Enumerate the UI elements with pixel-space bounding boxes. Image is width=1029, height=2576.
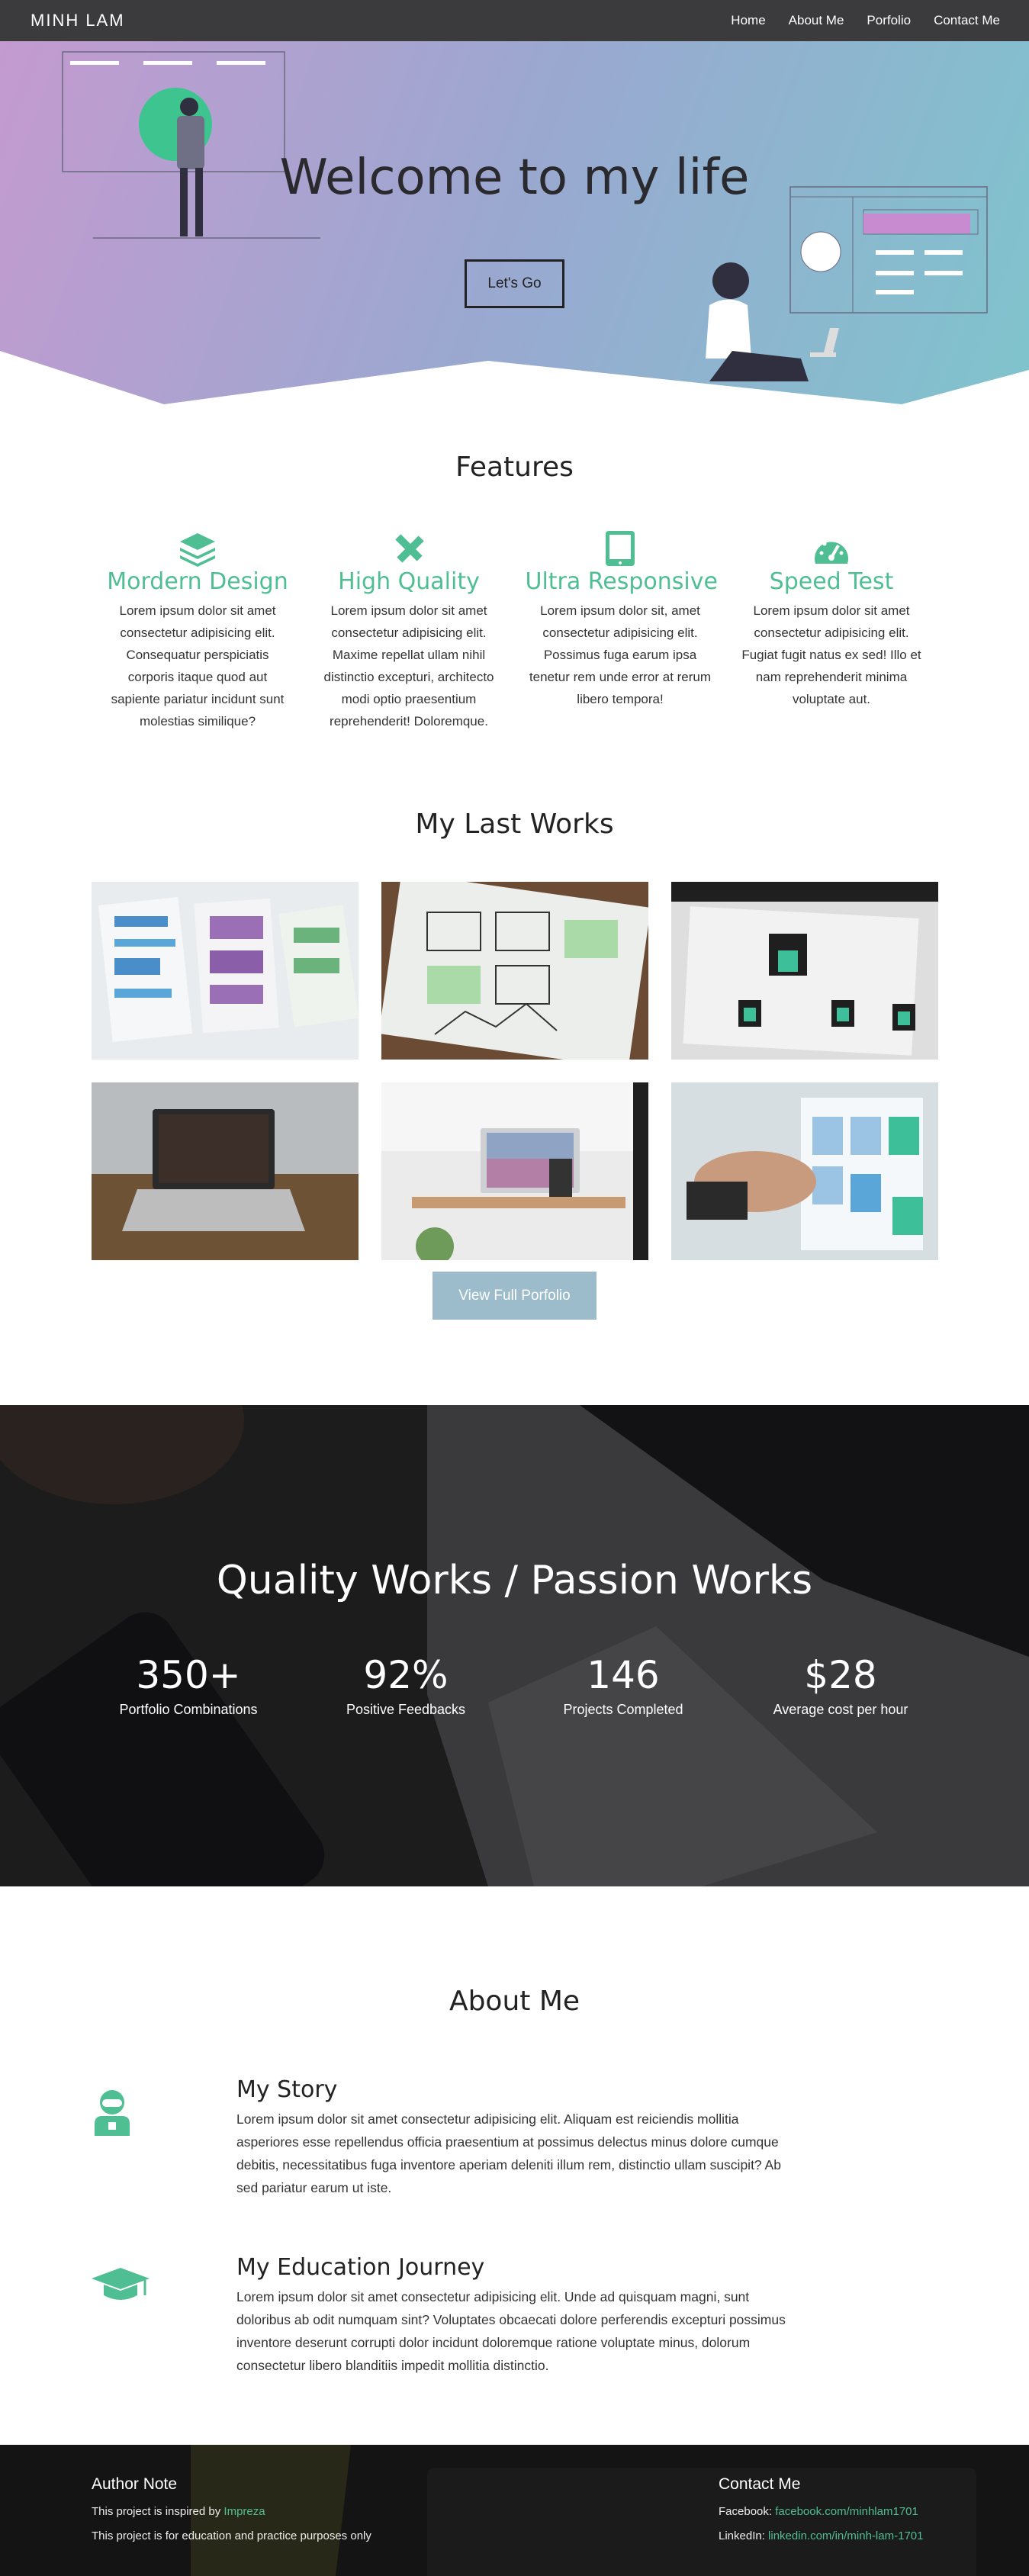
portfolio-image-laptop-desk[interactable]	[91, 1082, 359, 1260]
footer-author-title: Author Note	[92, 2475, 178, 2493]
about-education-title: My Education Journey	[236, 2254, 485, 2281]
nav-links: Home About Me Porfolio Contact Me	[731, 13, 1000, 28]
laptop-background-image	[0, 1405, 1029, 1886]
feature-card: Ultra Responsive Lorem ipsum dolor sit, …	[515, 529, 726, 732]
about-story-title: My Story	[236, 2076, 338, 2103]
layers-icon	[103, 529, 293, 567]
about-title: About Me	[449, 1986, 580, 2017]
linkedin-label: LinkedIn:	[719, 2529, 769, 2542]
stat-label: Projects Completed	[563, 1702, 683, 1717]
stat-item: 350+ Portfolio Combinations	[80, 1653, 297, 1718]
feature-text: Lorem ipsum dolor sit amet consectetur a…	[323, 603, 494, 728]
feature-card: Mordern Design Lorem ipsum dolor sit ame…	[92, 529, 304, 732]
user-icon	[92, 2076, 236, 2199]
pencil-ruler-icon	[314, 529, 504, 567]
portfolio-image-website[interactable]	[670, 882, 938, 1060]
portfolio-image-workspace[interactable]	[381, 1082, 648, 1260]
about-section: About Me My Story Lorem ipsum dolor sit …	[0, 1886, 1029, 2445]
about-education-text: Lorem ipsum dolor sit amet consectetur a…	[236, 2289, 786, 2373]
portfolio-image-sketchbook[interactable]	[381, 882, 648, 1060]
tablet-icon	[526, 529, 715, 567]
facebook-link[interactable]: facebook.com/minhlam1701	[775, 2505, 918, 2518]
lets-go-button[interactable]: Let's Go	[465, 259, 564, 308]
feature-title: High Quality	[338, 568, 480, 595]
top-navbar: MINH LAM Home About Me Porfolio Contact …	[0, 0, 1029, 41]
stat-value: 350+	[136, 1653, 241, 1697]
stats-list: 350+ Portfolio Combinations 92% Positive…	[0, 1653, 1029, 1718]
features-title: Features	[455, 452, 574, 483]
portfolio-grid	[0, 882, 1029, 1260]
inspired-text: This project is inspired by	[92, 2505, 224, 2518]
footer-linkedin-line: LinkedIn: linkedin.com/in/minh-lam-1701	[719, 2524, 923, 2549]
graduation-cap-icon	[92, 2254, 236, 2377]
stats-title: Quality Works / Passion Works	[216, 1558, 813, 1603]
hero-title: Welcome to my life	[279, 150, 750, 206]
footer-contact: Contact Me Facebook: facebook.com/minhla…	[719, 2475, 923, 2549]
works-title: My Last Works	[415, 809, 614, 840]
portfolio-image-wireframes[interactable]	[91, 882, 359, 1060]
feature-text: Lorem ipsum dolor sit, amet consectetur …	[529, 603, 712, 706]
feature-title: Mordern Design	[107, 568, 288, 595]
feature-card: Speed Test Lorem ipsum dolor sit amet co…	[726, 529, 937, 732]
stat-label: Average cost per hour	[773, 1702, 908, 1717]
stats-section: Quality Works / Passion Works 350+ Portf…	[0, 1405, 1029, 1886]
linkedin-link[interactable]: linkedin.com/in/minh-lam-1701	[768, 2529, 923, 2542]
stat-value: 92%	[363, 1653, 449, 1697]
stat-label: Positive Feedbacks	[346, 1702, 466, 1717]
nav-link-home[interactable]: Home	[731, 13, 765, 28]
portfolio-image-sticky-notes[interactable]	[670, 1082, 938, 1260]
stat-value: $28	[804, 1653, 877, 1697]
stat-item: $28 Average cost per hour	[732, 1653, 950, 1718]
feature-title: Ultra Responsive	[525, 568, 718, 595]
footer-contact-title: Contact Me	[719, 2475, 801, 2493]
footer: Author Note This project is inspired by …	[0, 2445, 1029, 2576]
works-section: My Last Works View Full Porfolio	[0, 770, 1029, 1405]
about-story: My Story Lorem ipsum dolor sit amet cons…	[0, 2076, 1029, 2199]
stat-value: 146	[587, 1653, 660, 1697]
about-story-text: Lorem ipsum dolor sit amet consectetur a…	[236, 2111, 781, 2195]
nav-link-portfolio[interactable]: Porfolio	[867, 13, 911, 28]
nav-link-contact[interactable]: Contact Me	[934, 13, 1000, 28]
feature-title: Speed Test	[769, 568, 894, 595]
stat-item: 92% Positive Feedbacks	[297, 1653, 515, 1718]
footer-purpose-line: This project is for education and practi…	[92, 2529, 371, 2542]
nav-link-about[interactable]: About Me	[789, 13, 844, 28]
stat-label: Portfolio Combinations	[119, 1702, 258, 1717]
feature-list: Mordern Design Lorem ipsum dolor sit ame…	[0, 529, 1029, 732]
footer-facebook-line: Facebook: facebook.com/minhlam1701	[719, 2500, 923, 2524]
view-full-portfolio-button[interactable]: View Full Porfolio	[433, 1272, 596, 1320]
feature-text: Lorem ipsum dolor sit amet consectetur a…	[111, 603, 285, 728]
impreza-link[interactable]: Impreza	[223, 2505, 265, 2518]
brand-logo[interactable]: MINH LAM	[31, 11, 125, 31]
stat-item: 146 Projects Completed	[515, 1653, 732, 1718]
facebook-label: Facebook:	[719, 2505, 776, 2518]
about-education: My Education Journey Lorem ipsum dolor s…	[0, 2254, 1029, 2377]
footer-author-note: Author Note This project is inspired by …	[92, 2475, 371, 2549]
speedometer-icon	[737, 529, 927, 567]
footer-inspired-line: This project is inspired by Impreza	[92, 2500, 371, 2524]
hero-section: Welcome to my life Let's Go	[0, 0, 1029, 404]
features-section: Features Mordern Design Lorem ipsum dolo…	[0, 404, 1029, 770]
feature-card: High Quality Lorem ipsum dolor sit amet …	[304, 529, 515, 732]
feature-text: Lorem ipsum dolor sit amet consectetur a…	[741, 603, 921, 706]
